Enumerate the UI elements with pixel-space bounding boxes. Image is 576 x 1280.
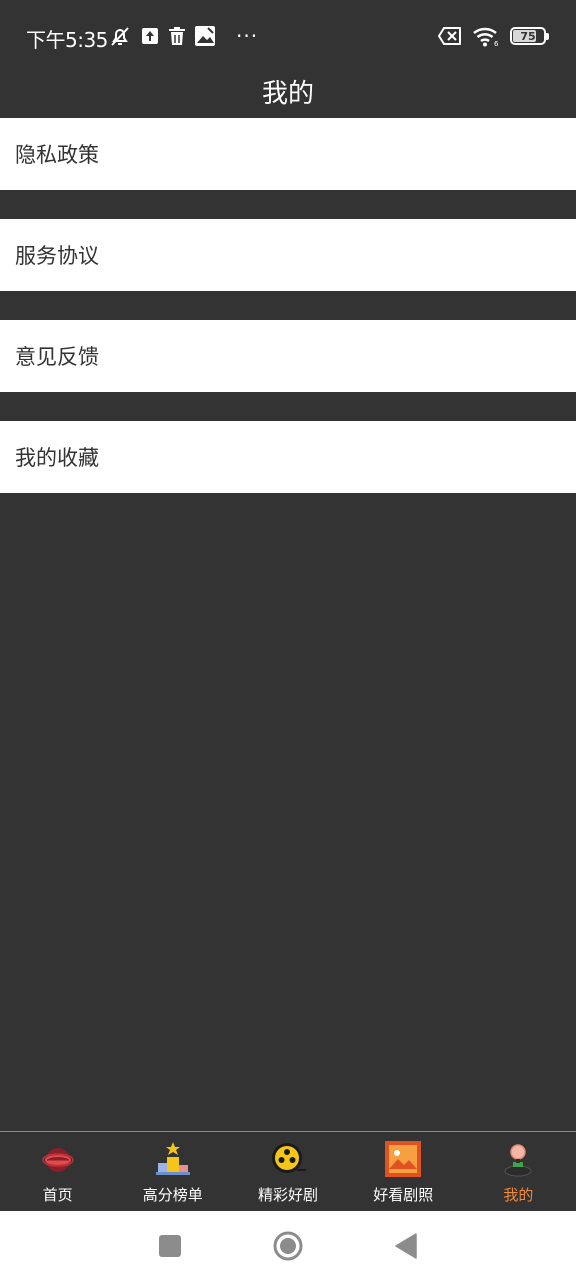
system-nav-bar bbox=[0, 1211, 576, 1280]
tab-label: 精彩好剧 bbox=[258, 1186, 319, 1204]
tab-home[interactable]: 首页 bbox=[0, 1132, 115, 1211]
picture-icon bbox=[385, 1141, 422, 1177]
wifi-icon: 6 bbox=[473, 27, 499, 47]
image-icon bbox=[195, 26, 215, 46]
back-icon[interactable] bbox=[394, 1232, 418, 1259]
status-time: 下午5:35 bbox=[26, 28, 108, 52]
tab-label: 我的 bbox=[503, 1186, 534, 1204]
tab-label: 好看剧照 bbox=[373, 1186, 434, 1204]
menu-item-feedback[interactable]: 意见反馈 bbox=[0, 320, 576, 392]
tab-mine[interactable]: 我的 bbox=[461, 1132, 576, 1211]
page-title-bar: 我的 bbox=[0, 66, 576, 116]
settings-menu: 隐私政策 服务协议 意见反馈 我的收藏 bbox=[0, 118, 576, 522]
status-bar: 下午5:35 ··· 6 75 bbox=[0, 0, 576, 66]
battery-level: 75 bbox=[520, 29, 536, 43]
mute-bell-icon bbox=[111, 27, 129, 46]
home-globe-icon bbox=[41, 1148, 74, 1172]
home-icon[interactable] bbox=[272, 1230, 304, 1262]
menu-item-label: 服务协议 bbox=[15, 244, 99, 268]
more-notifications-icon: ··· bbox=[236, 24, 259, 48]
menu-item-service-agreement[interactable]: 服务协议 bbox=[0, 219, 576, 291]
tab-label: 高分榜单 bbox=[142, 1186, 203, 1204]
tab-top-rated[interactable]: 高分榜单 bbox=[115, 1132, 230, 1211]
menu-item-favorites[interactable]: 我的收藏 bbox=[0, 421, 576, 493]
menu-item-label: 隐私政策 bbox=[15, 143, 99, 167]
status-notification-icons: ··· bbox=[108, 24, 258, 48]
tab-label: 首页 bbox=[42, 1186, 73, 1204]
podium-icon bbox=[155, 1142, 190, 1175]
profile-icon bbox=[504, 1144, 532, 1177]
trash-icon bbox=[169, 27, 185, 45]
recent-apps-icon[interactable] bbox=[158, 1234, 182, 1258]
menu-item-label: 意见反馈 bbox=[15, 345, 99, 369]
upload-icon bbox=[142, 28, 158, 44]
menu-item-label: 我的收藏 bbox=[15, 446, 99, 470]
battery-icon: 75 bbox=[510, 27, 549, 45]
svg-text:6: 6 bbox=[494, 40, 499, 47]
menu-item-privacy-policy[interactable]: 隐私政策 bbox=[0, 118, 576, 190]
tab-featured-dramas[interactable]: 精彩好剧 bbox=[230, 1132, 345, 1211]
bottom-tab-bar: 首页 高分榜单 精彩好剧 好看剧照 我的 bbox=[0, 1131, 576, 1211]
sim-off-icon bbox=[438, 27, 461, 45]
tab-stills[interactable]: 好看剧照 bbox=[346, 1132, 461, 1211]
film-reel-icon bbox=[272, 1143, 306, 1173]
page-title: 我的 bbox=[261, 78, 314, 109]
status-system-icons: 6 75 bbox=[438, 24, 549, 48]
